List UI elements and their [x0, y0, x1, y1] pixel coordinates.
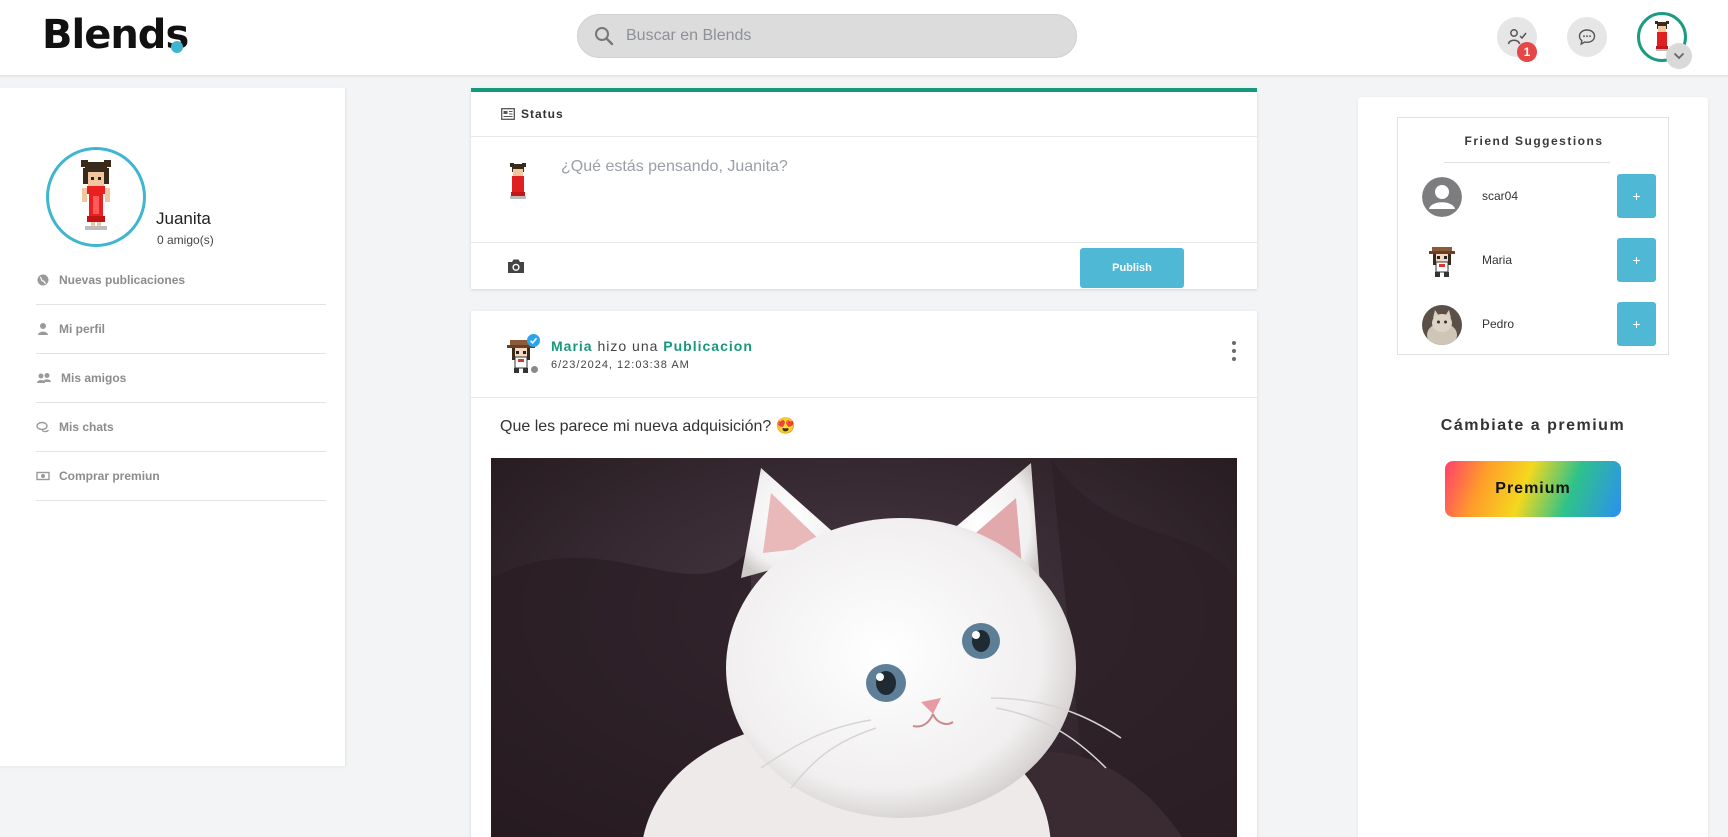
- right-sidebar: Friend Suggestions scar04 + Maria + Pedr…: [1358, 97, 1708, 837]
- premium-button[interactable]: Premium: [1445, 461, 1621, 517]
- kebab-dot: [1232, 357, 1236, 361]
- newspaper-icon: [501, 108, 515, 120]
- default-user-avatar-icon[interactable]: [1422, 177, 1462, 217]
- sidebar-item-label: Mis chats: [59, 420, 114, 434]
- search-bar[interactable]: [577, 14, 1077, 58]
- status-footer: Publish: [471, 242, 1257, 293]
- post-author-link[interactable]: Maria: [551, 338, 593, 354]
- post-card: Maria hizo una Publicacion 6/23/2024, 12…: [471, 311, 1257, 837]
- friend-count: 0 amigo(s): [157, 233, 214, 247]
- post-title: Maria hizo una Publicacion: [551, 338, 753, 354]
- status-title: Status: [521, 107, 564, 121]
- chat-icon: [36, 421, 50, 433]
- money-icon: [36, 471, 50, 481]
- suggestion-row: Maria +: [1398, 238, 1670, 284]
- search-input[interactable]: [618, 15, 1058, 57]
- post-header: Maria hizo una Publicacion 6/23/2024, 12…: [471, 311, 1257, 398]
- top-navbar: Blends 1: [0, 0, 1728, 76]
- status-header: Status: [471, 92, 1257, 137]
- profile-name[interactable]: Juanita: [156, 209, 211, 229]
- sidebar-item-buy-premium[interactable]: Comprar premiun: [36, 452, 326, 501]
- composer-avatar-icon: [510, 163, 526, 199]
- suggestion-name[interactable]: scar04: [1482, 189, 1518, 203]
- verified-badge-icon: [527, 334, 540, 347]
- sidebar-item-my-profile[interactable]: Mi perfil: [36, 305, 326, 354]
- post-action-text: hizo una: [597, 338, 659, 354]
- notification-badge: 1: [1517, 42, 1537, 62]
- add-friend-button[interactable]: +: [1617, 238, 1656, 282]
- globe-icon: [37, 274, 49, 286]
- post-image[interactable]: [491, 458, 1237, 837]
- sidebar-item-my-friends[interactable]: Mis amigos: [36, 354, 326, 403]
- profile-avatar[interactable]: [46, 147, 146, 247]
- sidebar-item-label: Comprar premiun: [59, 469, 160, 483]
- sidebar-item-label: Mi perfil: [59, 322, 106, 336]
- premium-heading: Cámbiate a premium: [1440, 417, 1626, 434]
- status-input[interactable]: [561, 158, 1221, 218]
- sidebar-item-label: Mis amigos: [61, 371, 127, 385]
- sidebar-item-label: Nuevas publicaciones: [59, 273, 186, 287]
- cat-photo-avatar-icon[interactable]: [1422, 305, 1462, 345]
- friend-suggestions-panel: Friend Suggestions scar04 + Maria + Pedr…: [1397, 117, 1669, 355]
- suggestion-name[interactable]: Maria: [1482, 253, 1512, 267]
- suggestion-row: scar04 +: [1398, 174, 1670, 220]
- sidebar-menu: Nuevas publicaciones Mi perfil Mis amigo…: [36, 256, 326, 501]
- add-friend-button[interactable]: +: [1617, 174, 1656, 218]
- publish-button[interactable]: Publish: [1080, 248, 1184, 288]
- post-text: Que les parece mi nueva adquisición? 😍: [500, 418, 796, 435]
- chevron-down-icon: [1673, 52, 1685, 60]
- pixel-girl-avatar-icon: [81, 160, 111, 230]
- suggestion-name[interactable]: Pedro: [1482, 317, 1514, 331]
- white-kitten-image: [491, 458, 1237, 837]
- camera-icon[interactable]: [506, 257, 526, 275]
- add-friend-button[interactable]: +: [1617, 302, 1656, 346]
- logo-dot: [171, 41, 183, 53]
- user-icon: [38, 323, 48, 335]
- users-icon: [37, 373, 51, 383]
- left-sidebar: Juanita 0 amigo(s) Nuevas publicaciones …: [0, 88, 346, 766]
- post-type-link[interactable]: Publicacion: [663, 338, 753, 354]
- blends-logo[interactable]: Blends: [42, 12, 189, 58]
- sidebar-item-new-posts[interactable]: Nuevas publicaciones: [36, 256, 326, 305]
- account-menu-toggle[interactable]: [1666, 43, 1692, 69]
- messages-button[interactable]: [1567, 17, 1607, 57]
- post-options-button[interactable]: [1231, 341, 1237, 361]
- presence-dot: [530, 365, 539, 374]
- status-composer: Status Publish: [471, 88, 1257, 289]
- post-timestamp: 6/23/2024, 12:03:38 AM: [551, 359, 690, 371]
- search-icon: [595, 27, 614, 46]
- friend-suggestions-title: Friend Suggestions: [1464, 134, 1604, 148]
- suggestion-row: Pedro +: [1398, 302, 1670, 348]
- divider: [1444, 162, 1610, 163]
- kebab-dot: [1232, 341, 1236, 345]
- chat-bubble-icon: [1578, 29, 1596, 46]
- kebab-dot: [1232, 349, 1236, 353]
- pixel-girl-hat-avatar-icon[interactable]: [1422, 241, 1462, 281]
- sidebar-item-my-chats[interactable]: Mis chats: [36, 403, 326, 452]
